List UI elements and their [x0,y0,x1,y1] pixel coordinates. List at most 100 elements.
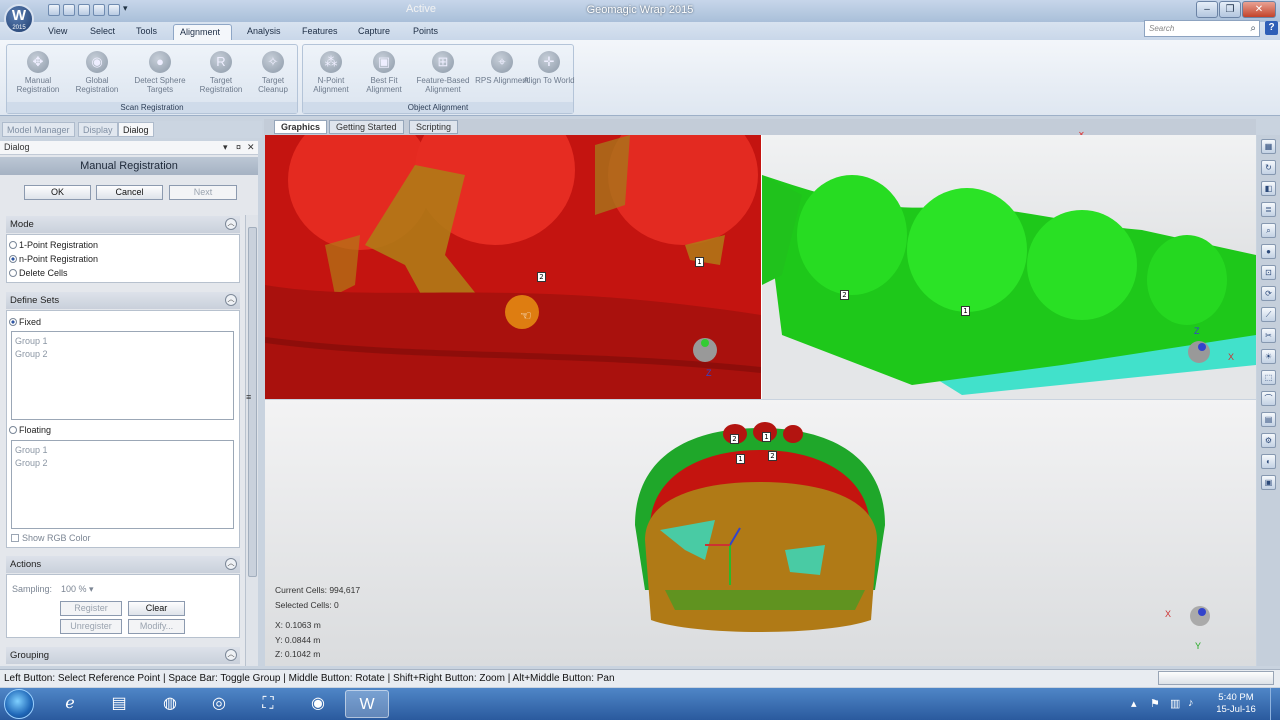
tray-arrow-icon[interactable]: ▴ [1131,697,1137,710]
close-button[interactable]: ✕ [1242,1,1276,18]
list-item[interactable]: Group 1 [15,444,230,457]
rps-alignment-button[interactable]: ⌖ RPS Alignment [474,50,530,102]
next-button[interactable]: Next [169,185,237,200]
align-to-world-button[interactable]: ✛ Align To World [523,50,575,102]
chrome-icon[interactable]: ◎ [197,690,241,718]
mode-option-1-point[interactable]: 1-Point Registration [9,240,98,250]
tab-dialog[interactable]: Dialog [118,122,154,137]
reference-point-marker[interactable]: 1 [736,454,745,464]
render-mode-icon[interactable]: ◧ [1261,181,1276,196]
best-fit-alignment-button[interactable]: ▣ Best Fit Alignment [356,50,412,102]
mode-option-n-point[interactable]: n-Point Registration [9,254,98,264]
grouping-header[interactable]: Grouping ︿ [6,647,240,664]
collapse-icon[interactable]: ︿ [225,558,237,570]
geomagic-wrap-taskbar-icon[interactable]: W [345,690,389,718]
lasso-icon[interactable]: ⌒ [1261,391,1276,406]
close-panel-icon[interactable]: ✕ [247,141,255,154]
sampling-select[interactable]: 100 % ▾ [61,584,94,595]
reference-point-marker[interactable]: 1 [695,257,704,267]
collapse-icon[interactable]: ︿ [225,649,237,661]
cancel-button[interactable]: Cancel [96,185,163,200]
splitter-handle-icon[interactable]: ≡ [246,392,251,402]
tab-graphics[interactable]: Graphics [274,120,328,134]
modify-button[interactable]: Modify... [128,619,185,634]
lighting-icon[interactable]: ☀ [1261,349,1276,364]
network-icon[interactable]: ▥ [1170,697,1180,710]
actions-header[interactable]: Actions ︿ [6,556,240,573]
register-button[interactable]: Register [60,601,122,616]
collapse-icon[interactable]: ︿ [225,294,237,306]
zoom-icon[interactable]: ⌕ [1261,223,1276,238]
file-explorer-icon[interactable]: ▤ [97,690,141,718]
refresh-icon[interactable]: ⟳ [1261,286,1276,301]
firefox-icon[interactable]: ◍ [148,690,192,718]
tab-capture[interactable]: Capture [352,24,396,40]
panel-scrollbar[interactable] [245,215,258,666]
clear-button[interactable]: Clear [128,601,185,616]
reference-point-marker[interactable]: 2 [537,272,546,282]
viewport-floating[interactable]: X Z 2 1 [762,135,1256,399]
reference-point-marker[interactable]: 2 [840,290,849,300]
pin-icon[interactable]: ¤ [236,141,241,154]
tab-alignment[interactable]: Alignment [173,24,232,40]
snipping-tool-icon[interactable]: ⛶ [246,690,290,718]
snapshot-icon[interactable]: ▣ [1261,475,1276,490]
tab-view[interactable]: View [42,24,73,40]
viewport-combined[interactable]: 2 1 1 2 X Y Current Cells: 994,617 Selec… [265,400,1256,666]
measure-icon[interactable]: ⟋ [1261,307,1276,322]
tab-analysis[interactable]: Analysis [241,24,287,40]
define-sets-header[interactable]: Define Sets ︿ [6,292,240,309]
list-item[interactable]: Group 1 [15,335,230,348]
fixed-group-list[interactable]: Group 1 Group 2 [11,331,234,420]
color-icon[interactable]: ● [1261,244,1276,259]
app-icon[interactable]: ◉ [296,690,340,718]
ok-button[interactable]: OK [24,185,91,200]
rotate-view-icon[interactable]: ↻ [1261,160,1276,175]
target-registration-button[interactable]: R Target Registration [193,50,249,102]
viewport-fixed[interactable]: Z 2 1 ☜ [265,135,761,399]
search-icon[interactable]: ⌕ [1250,23,1256,34]
fixed-radio[interactable]: Fixed [9,317,41,327]
restore-button[interactable]: ❐ [1219,1,1241,18]
tab-points[interactable]: Points [407,24,444,40]
minimize-button[interactable]: – [1196,1,1218,18]
collapse-icon[interactable]: ︿ [225,218,237,230]
manual-registration-button[interactable]: ✥ Manual Registration [10,50,66,102]
settings-icon[interactable]: ⚙ [1261,433,1276,448]
fit-view-icon[interactable]: ⊡ [1261,265,1276,280]
unregister-button[interactable]: Unregister [60,619,122,634]
tab-features[interactable]: Features [296,24,344,40]
app-logo[interactable]: W 2015 [4,4,34,34]
internet-explorer-icon[interactable]: ℯ [48,690,92,718]
tab-getting-started[interactable]: Getting Started [329,120,404,134]
list-item[interactable]: Group 2 [15,348,230,361]
view-cube-icon[interactable]: ▦ [1261,139,1276,154]
mode-section-header[interactable]: Mode ︿ [6,216,240,233]
tab-display[interactable]: Display [78,122,118,137]
dropdown-arrow-icon[interactable]: ▾ [223,141,228,154]
select-icon[interactable]: ⬚ [1261,370,1276,385]
volume-icon[interactable]: ♪ [1188,697,1194,709]
texture-icon[interactable]: ▤ [1261,412,1276,427]
show-desktop-button[interactable] [1270,688,1280,720]
floating-group-list[interactable]: Group 1 Group 2 [11,440,234,529]
reference-point-marker[interactable]: 1 [762,432,771,442]
list-item[interactable]: Group 2 [15,457,230,470]
tab-select[interactable]: Select [84,24,121,40]
reference-point-marker[interactable]: 2 [730,434,739,444]
scroll-thumb[interactable] [248,227,257,577]
mode-option-delete-cells[interactable]: Delete Cells [9,268,68,278]
system-clock[interactable]: 5:40 PM 15-Jul-16 [1208,692,1264,716]
show-rgb-checkbox[interactable]: Show RGB Color [11,533,91,543]
n-point-alignment-button[interactable]: ⁂ N-Point Alignment [303,50,359,102]
clip-icon[interactable]: ✂ [1261,328,1276,343]
reference-point-marker[interactable]: 1 [961,306,970,316]
start-button[interactable] [4,689,34,719]
tab-scripting[interactable]: Scripting [409,120,459,134]
layers-icon[interactable]: ≣ [1261,202,1276,217]
palette-icon[interactable]: ◐ [1261,454,1276,469]
tab-model-manager[interactable]: Model Manager [2,122,75,137]
search-input[interactable]: Search ⌕ [1144,20,1260,37]
floating-radio[interactable]: Floating [9,425,51,435]
reference-point-marker[interactable]: 2 [768,451,777,461]
